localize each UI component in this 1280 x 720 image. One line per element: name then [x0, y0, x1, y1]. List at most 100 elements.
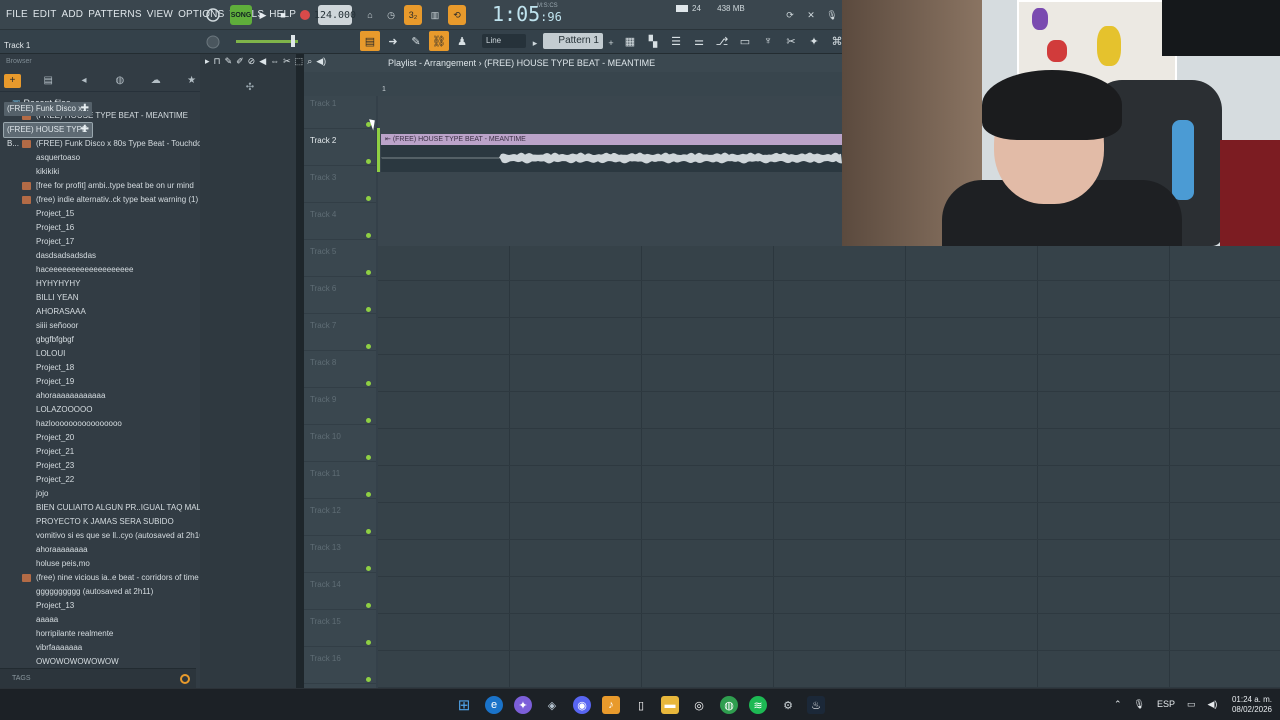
track-mute-led[interactable] [366, 492, 371, 497]
delete-icon[interactable]: ⊘ [248, 56, 256, 67]
master-volume-slider[interactable] [236, 40, 298, 43]
track-header[interactable]: Track 7 [304, 314, 376, 351]
pattern-selector[interactable]: Pattern 1 [543, 33, 603, 49]
clip-menu-icon[interactable]: ⇤ [385, 136, 393, 143]
recent-file-item[interactable]: PROYECTO K JAMAS SERA SUBIDO [22, 515, 200, 529]
recent-file-item[interactable]: vibrfaaaaaaa [22, 641, 200, 655]
plugin-tab-icon[interactable]: ◍ [111, 74, 128, 88]
track-mute-led[interactable] [366, 640, 371, 645]
audio-clip[interactable]: ⇤ (FREE) HOUSE TYPE BEAT - MEANTIME [381, 134, 842, 172]
recent-file-item[interactable]: ahoraaaaaaaaaaaa [22, 389, 200, 403]
track-mute-led[interactable] [366, 455, 371, 460]
recent-file-item[interactable]: AHORASAAA [22, 305, 200, 319]
stop-button[interactable]: ■ [274, 5, 292, 25]
track-mute-led[interactable] [366, 270, 371, 275]
track-mute-led[interactable] [366, 418, 371, 423]
recent-file-item[interactable]: holuse peis,mo [22, 557, 200, 571]
step-edit-icon[interactable]: ▥ [426, 5, 444, 25]
close-icon[interactable]: ✕ [803, 5, 819, 25]
piano-roll-icon[interactable]: ▚ [643, 31, 663, 51]
recent-file-item[interactable]: Project_13 [22, 599, 200, 613]
track-header[interactable]: Track 12 [304, 499, 376, 536]
obs-icon[interactable]: ◎ [690, 696, 708, 714]
stamp-icon[interactable]: ♟ [452, 31, 472, 51]
recent-file-item[interactable]: LOLOUI [22, 347, 200, 361]
track-header[interactable]: Track 1 [304, 92, 376, 129]
track-header[interactable]: Track 6 [304, 277, 376, 314]
master-volume-handle[interactable] [291, 35, 295, 47]
recent-file-item[interactable]: haceeeeeeeeeeeeeeeeeee [22, 263, 200, 277]
files-tab-icon[interactable]: ▤ [40, 74, 57, 88]
track-mute-led[interactable] [366, 677, 371, 682]
arrow-right-icon[interactable]: ➜ [383, 31, 403, 51]
menu-add[interactable]: ADD [62, 9, 84, 20]
widgets-icon[interactable]: ◈ [543, 696, 561, 714]
recent-file-item[interactable]: vomitivo si es que se ll..cyo (autosaved… [22, 529, 200, 543]
pattern-add-icon[interactable]: + [606, 33, 616, 53]
channel-tree-icon[interactable]: ⎇ [712, 31, 732, 51]
track-header[interactable]: Track 11 [304, 462, 376, 499]
recent-file-item[interactable]: LOLAZOOOOO [22, 403, 200, 417]
song-mode-button[interactable]: SONG [230, 5, 252, 25]
recent-file-item[interactable]: Project_22 [22, 473, 200, 487]
picker-item[interactable]: (FREE) Funk Disco x... ✚ [4, 102, 92, 116]
track-mute-led[interactable] [366, 196, 371, 201]
master-pitch-knob-icon[interactable] [204, 32, 222, 52]
stop-sign-icon[interactable]: ✦ [804, 31, 824, 51]
mixer-icon[interactable]: ⚌ [689, 31, 709, 51]
countdown-button[interactable]: 3₂ [404, 5, 422, 25]
microphone-icon[interactable]: 🎙 [824, 5, 840, 25]
arrow-icon[interactable]: ▸ [205, 56, 210, 67]
recent-file-item[interactable]: Project_21 [22, 445, 200, 459]
copilot-icon[interactable]: ✦ [514, 696, 532, 714]
recent-file-item[interactable]: siiii señooor [22, 319, 200, 333]
timeline-ruler[interactable]: 1 [304, 72, 842, 96]
edison-icon[interactable]: ✂ [781, 31, 801, 51]
recent-file-item[interactable]: OWOWOWOWOWOW [22, 655, 200, 669]
network-icon[interactable]: ▭ [1187, 699, 1196, 710]
discord-icon[interactable]: ◉ [573, 696, 591, 714]
draw-icon[interactable]: ✎ [225, 56, 233, 67]
track-mute-led[interactable] [366, 566, 371, 571]
recent-file-item[interactable]: horripilante realmente [22, 627, 200, 641]
favorites-tab-icon[interactable]: ★ [183, 74, 200, 88]
spotify-icon[interactable]: ≋ [749, 696, 767, 714]
plugin-icon[interactable]: ♆ [758, 31, 778, 51]
recent-file-item[interactable]: Project_19 [22, 375, 200, 389]
edge-icon[interactable]: e [485, 696, 503, 714]
picker-item-selected[interactable]: (FREE) HOUSE TYPE B... ✚ [3, 122, 93, 148]
play-button[interactable]: ▶ [254, 5, 272, 25]
track-mute-led[interactable] [366, 529, 371, 534]
recent-file-item[interactable]: hazloooooooooooooooo [22, 417, 200, 431]
add-clip-icon[interactable]: ✚ [81, 123, 89, 137]
track-header[interactable]: Track 4 [304, 203, 376, 240]
recent-file-item[interactable]: gbgfbfgbgf [22, 333, 200, 347]
recent-file-item[interactable]: aaaaa [22, 613, 200, 627]
add-clip-icon[interactable]: ✚ [81, 102, 89, 116]
pencil-icon[interactable]: ✎ [406, 31, 426, 51]
metronome-icon[interactable]: ⌂ [362, 5, 378, 25]
speaker-icon[interactable]: ◀) [316, 56, 326, 67]
file-explorer-icon[interactable]: ▬ [661, 696, 679, 714]
recent-file-item[interactable]: (free) nine vicious ia..e beat - corrido… [22, 571, 200, 585]
menu-view[interactable]: VIEW [147, 9, 173, 20]
track-mute-led[interactable] [366, 344, 371, 349]
link-icon[interactable]: ⛓ [429, 31, 449, 51]
windows-start-icon[interactable]: ⊞ [455, 696, 473, 714]
track-header[interactable]: Track 9 [304, 388, 376, 425]
clock[interactable]: 01:24 a. m. 08/02/2026 [1232, 695, 1272, 715]
track-header[interactable]: Track 14 [304, 573, 376, 610]
steam-icon[interactable]: ♨ [807, 696, 825, 714]
slice-icon[interactable]: ✂ [283, 56, 291, 67]
select-icon[interactable]: ⬚ [295, 56, 304, 67]
snap-magnet-icon[interactable]: ⊓ [214, 56, 221, 67]
zoom-icon[interactable]: ⌕ [307, 56, 312, 67]
recent-file-item[interactable]: (free) indie alternativ..ck type beat wa… [22, 193, 200, 207]
wait-input-icon[interactable]: ◷ [382, 5, 400, 25]
track-header[interactable]: Track 8 [304, 351, 376, 388]
volume-icon[interactable]: ◀) [1208, 699, 1218, 710]
recent-file-item[interactable]: Project_23 [22, 459, 200, 473]
tempo-display[interactable]: 124.000 [314, 5, 356, 25]
recent-file-item[interactable]: [free for profit] ambi..type beat be on … [22, 179, 200, 193]
fl-studio-icon[interactable]: ♪ [602, 696, 620, 714]
